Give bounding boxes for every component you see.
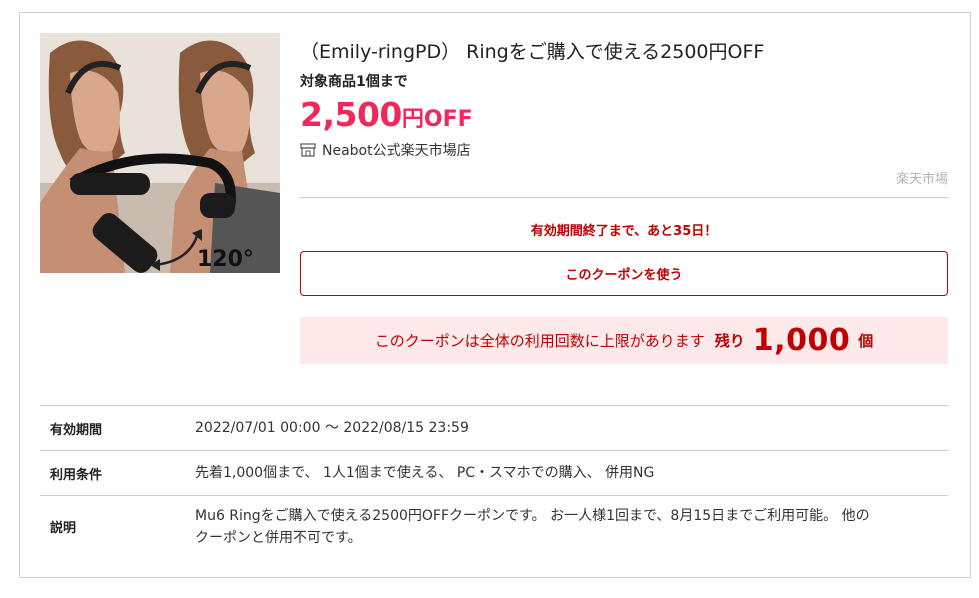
store-icon bbox=[300, 143, 316, 157]
detail-value: 2022/07/01 00:00 ～ 2022/08/15 23:59 bbox=[195, 420, 469, 436]
remaining-count: 1,000 bbox=[752, 323, 851, 358]
coupon-title[interactable]: （Emily-ringPD） Ringをご購入で使える2500円OFF bbox=[300, 37, 764, 64]
angle-label: 120° bbox=[197, 247, 254, 272]
remaining-unit: 個 bbox=[858, 332, 874, 350]
coupon-details-table: 有効期間 2022/07/01 00:00 ～ 2022/08/15 23:59… bbox=[40, 405, 948, 557]
shop-link[interactable]: Neabot公式楽天市場店 bbox=[300, 140, 471, 160]
divider bbox=[300, 197, 948, 198]
detail-row-validity: 有効期間 2022/07/01 00:00 ～ 2022/08/15 23:59 bbox=[40, 405, 948, 450]
product-photo: 120° bbox=[40, 33, 280, 273]
detail-row-conditions: 利用条件 先着1,000個まで、 1人1個まで使える、 PC・スマホでの購入、 … bbox=[40, 450, 948, 495]
remaining-text: このクーポンは全体の利用回数に上限があります bbox=[374, 332, 705, 350]
market-label: 楽天市場 bbox=[895, 172, 948, 187]
expiry-notice: 有効期間終了まで、あと35日！ bbox=[530, 224, 718, 239]
remaining-label: 残り bbox=[714, 332, 745, 350]
discount-amount: 2,500 bbox=[300, 95, 402, 134]
discount-unit: 円OFF bbox=[401, 107, 473, 132]
detail-label: 有効期間 bbox=[50, 422, 103, 438]
detail-label: 利用条件 bbox=[50, 467, 103, 483]
detail-value: 先着1,000個まで、 1人1個まで使える、 PC・スマホでの購入、 併用NG bbox=[195, 465, 655, 481]
shop-name[interactable]: Neabot公式楽天市場店 bbox=[322, 140, 471, 160]
detail-value: Mu6 Ringをご購入で使える2500円OFFクーポンです。 お一人様1回まで… bbox=[195, 507, 870, 546]
remaining-banner: このクーポンは全体の利用回数に上限があります 残り 1,000 個 bbox=[300, 317, 948, 364]
detail-row-description: 説明 Mu6 Ringをご購入で使える2500円OFFクーポンです。 お一人様1… bbox=[40, 495, 948, 557]
product-image[interactable]: 120° bbox=[40, 33, 280, 273]
item-limit: 対象商品1個まで bbox=[300, 74, 408, 90]
coupon-card: 120° （Emily-ringPD） Ringをご購入で使える2500円OFF… bbox=[19, 12, 971, 578]
detail-label: 説明 bbox=[50, 521, 77, 536]
discount-value: 2,500円OFF bbox=[300, 95, 473, 134]
use-coupon-button[interactable]: このクーポンを使う bbox=[300, 251, 948, 296]
